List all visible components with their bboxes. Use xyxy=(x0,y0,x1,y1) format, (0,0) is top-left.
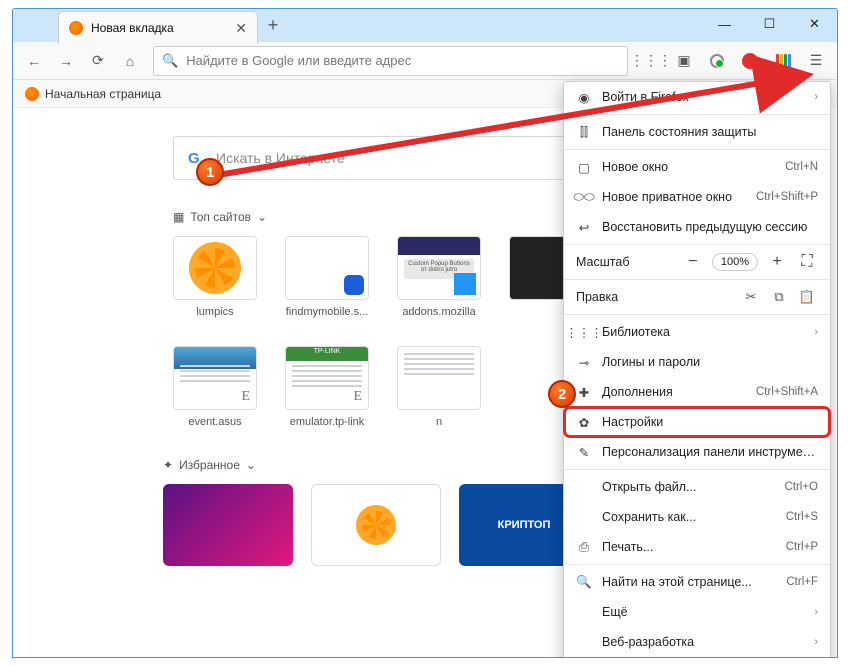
print-icon: ⎙ xyxy=(576,540,592,555)
app-menu: ◉Войти в Firefox› ⫿⫿Панель состояния защ… xyxy=(563,81,831,658)
menu-zoom: Масштаб − 100% + ⛶ xyxy=(564,247,830,277)
gear-icon: ✿ xyxy=(576,415,592,430)
fullscreen-button[interactable]: ⛶ xyxy=(796,251,818,273)
content-search-placeholder: Искать в Интернете xyxy=(216,150,345,166)
edit-label: Правка xyxy=(576,290,730,304)
zoom-label: Масштаб xyxy=(576,255,672,269)
tab-close-icon[interactable]: ✕ xyxy=(235,20,247,37)
library-icon[interactable]: ⋮⋮⋮ xyxy=(636,46,666,76)
restore-icon: ↩ xyxy=(576,220,592,235)
title-bar: Новая вкладка ✕ + — ☐ ✕ xyxy=(13,9,837,42)
puzzle-icon xyxy=(454,273,476,295)
orange-icon xyxy=(189,242,241,294)
maximize-button[interactable]: ☐ xyxy=(747,9,792,39)
app-menu-button[interactable]: ☰ xyxy=(801,46,831,76)
menu-customize[interactable]: ✎Персонализация панели инструментов... xyxy=(564,437,830,467)
menu-edit: Правка ✂ ⧉ 📋 xyxy=(564,282,830,312)
menu-new-window[interactable]: ▢Новое окноCtrl+N xyxy=(564,152,830,182)
bookmark-home[interactable]: Начальная страница xyxy=(45,87,161,101)
window-icon: ▢ xyxy=(576,160,592,175)
menu-find[interactable]: 🔍Найти на этой странице...Ctrl+F xyxy=(564,567,830,597)
extension-red-icon[interactable] xyxy=(735,46,765,76)
menu-print[interactable]: ⎙Печать...Ctrl+P xyxy=(564,532,830,562)
shield-icon: ⫿⫿ xyxy=(576,125,592,140)
annotation-badge-2: 2 xyxy=(548,380,576,408)
sidebar-icon[interactable]: ▣ xyxy=(669,46,699,76)
menu-logins[interactable]: ⊸Логины и пароли xyxy=(564,347,830,377)
tab-title: Новая вкладка xyxy=(91,21,174,35)
menu-webdev[interactable]: Веб-разработка› xyxy=(564,627,830,657)
menu-open-file[interactable]: Открыть файл...Ctrl+O xyxy=(564,472,830,502)
browser-window: Новая вкладка ✕ + — ☐ ✕ ← → ⟳ ⌂ 🔍 Найдит… xyxy=(12,8,838,658)
copy-icon[interactable]: ⧉ xyxy=(768,289,790,305)
menu-settings[interactable]: ✿Настройки xyxy=(564,407,830,437)
window-controls: — ☐ ✕ xyxy=(702,9,837,42)
close-button[interactable]: ✕ xyxy=(792,9,837,39)
menu-private-window[interactable]: ⬭⬭Новое приватное окноCtrl+Shift+P xyxy=(564,182,830,212)
puzzle-icon: ✚ xyxy=(576,385,592,400)
search-icon: 🔍 xyxy=(162,53,178,69)
chevron-down-icon: ⌄ xyxy=(246,458,256,472)
chevron-right-icon: › xyxy=(814,326,818,338)
tile-tplink[interactable]: TP-LINKE emulator.tp-link xyxy=(285,346,369,428)
user-icon: ◉ xyxy=(576,90,592,105)
zoom-in-button[interactable]: + xyxy=(766,251,788,273)
chevron-right-icon: › xyxy=(814,636,818,648)
brush-icon: ✎ xyxy=(576,445,592,460)
tile-asus[interactable]: E event.asus xyxy=(173,346,257,428)
chevron-right-icon: › xyxy=(814,91,818,103)
url-bar[interactable]: 🔍 Найдите в Google или введите адрес xyxy=(153,46,628,76)
pinned-label: Избранное xyxy=(179,458,240,472)
reload-button[interactable]: ⟳ xyxy=(83,46,113,76)
tile-findmymobile[interactable]: findmymobile.s... xyxy=(285,236,369,318)
toolbar: ← → ⟳ ⌂ 🔍 Найдите в Google или введите а… xyxy=(13,42,837,80)
mask-icon: ⬭⬭ xyxy=(576,190,592,205)
menu-save-as[interactable]: Сохранить как...Ctrl+S xyxy=(564,502,830,532)
top-sites-label: Топ сайтов xyxy=(190,210,251,224)
samsung-icon xyxy=(344,275,364,295)
menu-more[interactable]: Ещё› xyxy=(564,597,830,627)
pinned-tile-2[interactable] xyxy=(311,484,441,566)
menu-protection[interactable]: ⫿⫿Панель состояния защиты xyxy=(564,117,830,147)
cut-icon[interactable]: ✂ xyxy=(740,289,762,305)
menu-restore-session[interactable]: ↩Восстановить предыдущую сессию xyxy=(564,212,830,242)
account-icon[interactable] xyxy=(702,46,732,76)
paste-icon[interactable]: 📋 xyxy=(796,289,818,305)
zoom-out-button[interactable]: − xyxy=(682,251,704,273)
forward-button[interactable]: → xyxy=(51,46,81,76)
content-search[interactable]: G Искать в Интернете xyxy=(173,136,603,180)
bookmark-favicon xyxy=(25,87,39,101)
chevron-down-icon: ⌄ xyxy=(257,210,267,224)
active-tab[interactable]: Новая вкладка ✕ xyxy=(58,11,258,44)
grid-icon: ▦ xyxy=(173,210,184,224)
zoom-value[interactable]: 100% xyxy=(712,253,758,271)
menu-library[interactable]: ⋮⋮⋮Библиотека› xyxy=(564,317,830,347)
star-icon: ✦ xyxy=(163,458,173,472)
back-button[interactable]: ← xyxy=(19,46,49,76)
tile-8[interactable]: n xyxy=(397,346,481,428)
minimize-button[interactable]: — xyxy=(702,9,747,39)
tile-lumpics[interactable]: lumpics xyxy=(173,236,257,318)
key-icon: ⊸ xyxy=(576,355,592,370)
tile-addons[interactable]: Custom Popup Buttons от dobro jutro addo… xyxy=(397,236,481,318)
url-placeholder: Найдите в Google или введите адрес xyxy=(186,53,411,68)
library-icon: ⋮⋮⋮ xyxy=(576,325,592,340)
tab-favicon xyxy=(69,21,83,35)
home-button[interactable]: ⌂ xyxy=(115,46,145,76)
pinned-tile-1[interactable] xyxy=(163,484,293,566)
annotation-badge-1: 1 xyxy=(196,158,224,186)
chevron-right-icon: › xyxy=(814,606,818,618)
new-tab-button[interactable]: + xyxy=(258,9,288,42)
menu-signin[interactable]: ◉Войти в Firefox› xyxy=(564,82,830,112)
menu-addons[interactable]: ✚ДополненияCtrl+Shift+A xyxy=(564,377,830,407)
search-icon: 🔍 xyxy=(576,575,592,590)
extension-bars-icon[interactable] xyxy=(768,46,798,76)
